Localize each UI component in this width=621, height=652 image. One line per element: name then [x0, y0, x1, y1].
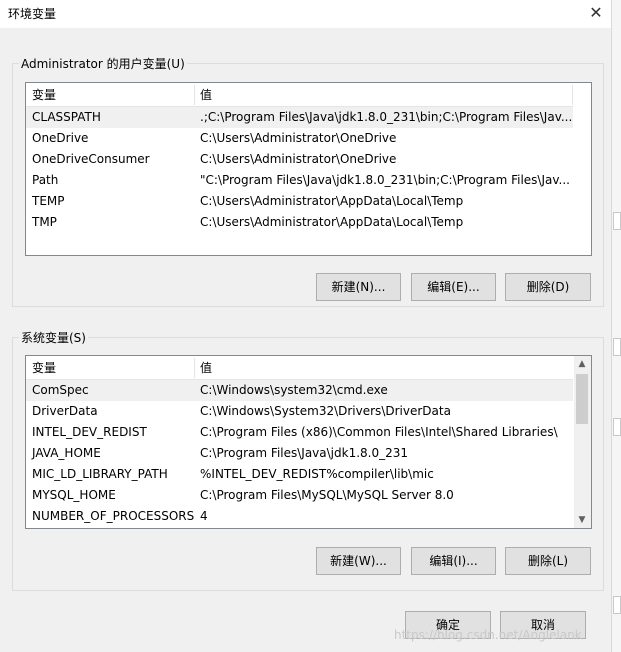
system-delete-button[interactable]: 删除(L) — [505, 547, 591, 575]
user-edit-button[interactable]: 编辑(E)... — [411, 273, 496, 301]
window-title: 环境变量 — [8, 7, 57, 21]
var-name: NUMBER_OF_PROCESSORS — [32, 509, 195, 523]
var-value: C:\Windows\system32\cmd.exe — [200, 383, 388, 397]
var-name: ComSpec — [32, 383, 89, 397]
system-edit-button[interactable]: 编辑(I)... — [411, 547, 496, 575]
var-value: C:\Program Files\MySQL\MySQL Server 8.0 — [200, 488, 454, 502]
table-row[interactable]: TMP C:\Users\Administrator\AppData\Local… — [26, 212, 573, 233]
var-name: JAVA_HOME — [32, 446, 101, 460]
var-value: C:\Program Files\Java\jdk1.8.0_231 — [200, 446, 409, 460]
var-value: C:\Users\Administrator\AppData\Local\Tem… — [200, 215, 464, 229]
column-header-variable[interactable]: 变量 — [26, 83, 194, 107]
table-row[interactable]: OneDrive C:\Users\Administrator\OneDrive — [26, 128, 573, 149]
var-value: C:\Users\Administrator\AppData\Local\Tem… — [200, 194, 464, 208]
var-name: TMP — [32, 215, 57, 229]
chevron-down-icon[interactable]: ▼ — [574, 512, 590, 528]
column-header-value[interactable]: 值 — [194, 83, 573, 107]
system-vars-list[interactable]: 变量 值 ComSpec C:\Windows\system32\cmd.exe… — [25, 355, 592, 529]
background-window-edge — [611, 0, 621, 652]
user-vars-label: Administrator 的用户变量(U) — [19, 55, 187, 72]
table-row[interactable]: CLASSPATH .;C:\Program Files\Java\jdk1.8… — [26, 107, 573, 128]
var-name: OneDriveConsumer — [32, 152, 150, 166]
var-name: TEMP — [32, 194, 65, 208]
table-row[interactable]: MYSQL_HOME C:\Program Files\MySQL\MySQL … — [26, 485, 573, 506]
column-header-variable[interactable]: 变量 — [26, 356, 194, 380]
table-row[interactable]: ComSpec C:\Windows\system32\cmd.exe — [26, 380, 573, 401]
table-row[interactable]: OneDriveConsumer C:\Users\Administrator\… — [26, 149, 573, 170]
column-header-value[interactable]: 值 — [194, 356, 573, 380]
close-icon[interactable]: ✕ — [585, 2, 607, 24]
user-delete-button[interactable]: 删除(D) — [505, 273, 591, 301]
watermark-text: https://blog.csdn.net/Anglelank — [394, 628, 582, 642]
var-name: OneDrive — [32, 131, 89, 145]
table-row[interactable]: NUMBER_OF_PROCESSORS 4 — [26, 506, 573, 527]
system-vars-scrollbar[interactable]: ▲ ▼ — [574, 356, 591, 528]
user-vars-list[interactable]: 变量 值 CLASSPATH .;C:\Program Files\Java\j… — [25, 82, 592, 256]
var-value: C:\Program Files (x86)\Common Files\Inte… — [200, 425, 558, 439]
var-value: "C:\Program Files\Java\jdk1.8.0_231\bin;… — [200, 173, 570, 187]
var-value: %INTEL_DEV_REDIST%compiler\lib\mic — [200, 467, 434, 481]
title-bar: 环境变量 ✕ — [0, 0, 611, 28]
var-value: C:\Users\Administrator\OneDrive — [200, 131, 397, 145]
env-vars-dialog: 环境变量 ✕ Administrator 的用户变量(U) 变量 值 CLASS… — [0, 0, 611, 652]
table-row[interactable]: DriverData C:\Windows\System32\Drivers\D… — [26, 401, 573, 422]
var-value: C:\Windows\System32\Drivers\DriverData — [200, 404, 451, 418]
var-name: MIC_LD_LIBRARY_PATH — [32, 467, 168, 481]
table-row[interactable]: JAVA_HOME C:\Program Files\Java\jdk1.8.0… — [26, 443, 573, 464]
var-name: INTEL_DEV_REDIST — [32, 425, 147, 439]
var-value: C:\Users\Administrator\OneDrive — [200, 152, 397, 166]
var-name: DriverData — [32, 404, 98, 418]
var-name: MYSQL_HOME — [32, 488, 116, 502]
system-vars-label: 系统变量(S) — [19, 329, 88, 346]
var-value: .;C:\Program Files\Java\jdk1.8.0_231\bin… — [200, 110, 573, 124]
system-vars-header: 变量 值 — [26, 356, 573, 380]
var-name: CLASSPATH — [32, 110, 101, 124]
var-value: 4 — [200, 509, 208, 523]
chevron-up-icon[interactable]: ▲ — [574, 356, 590, 372]
system-new-button[interactable]: 新建(W)... — [316, 547, 401, 575]
var-name: Path — [32, 173, 59, 187]
table-row[interactable]: Path "C:\Program Files\Java\jdk1.8.0_231… — [26, 170, 573, 191]
user-vars-header: 变量 值 — [26, 83, 573, 107]
table-row[interactable]: TEMP C:\Users\Administrator\AppData\Loca… — [26, 191, 573, 212]
user-new-button[interactable]: 新建(N)... — [316, 273, 401, 301]
scrollbar-thumb[interactable] — [576, 374, 588, 424]
table-row[interactable]: INTEL_DEV_REDIST C:\Program Files (x86)\… — [26, 422, 573, 443]
table-row[interactable]: MIC_LD_LIBRARY_PATH %INTEL_DEV_REDIST%co… — [26, 464, 573, 485]
